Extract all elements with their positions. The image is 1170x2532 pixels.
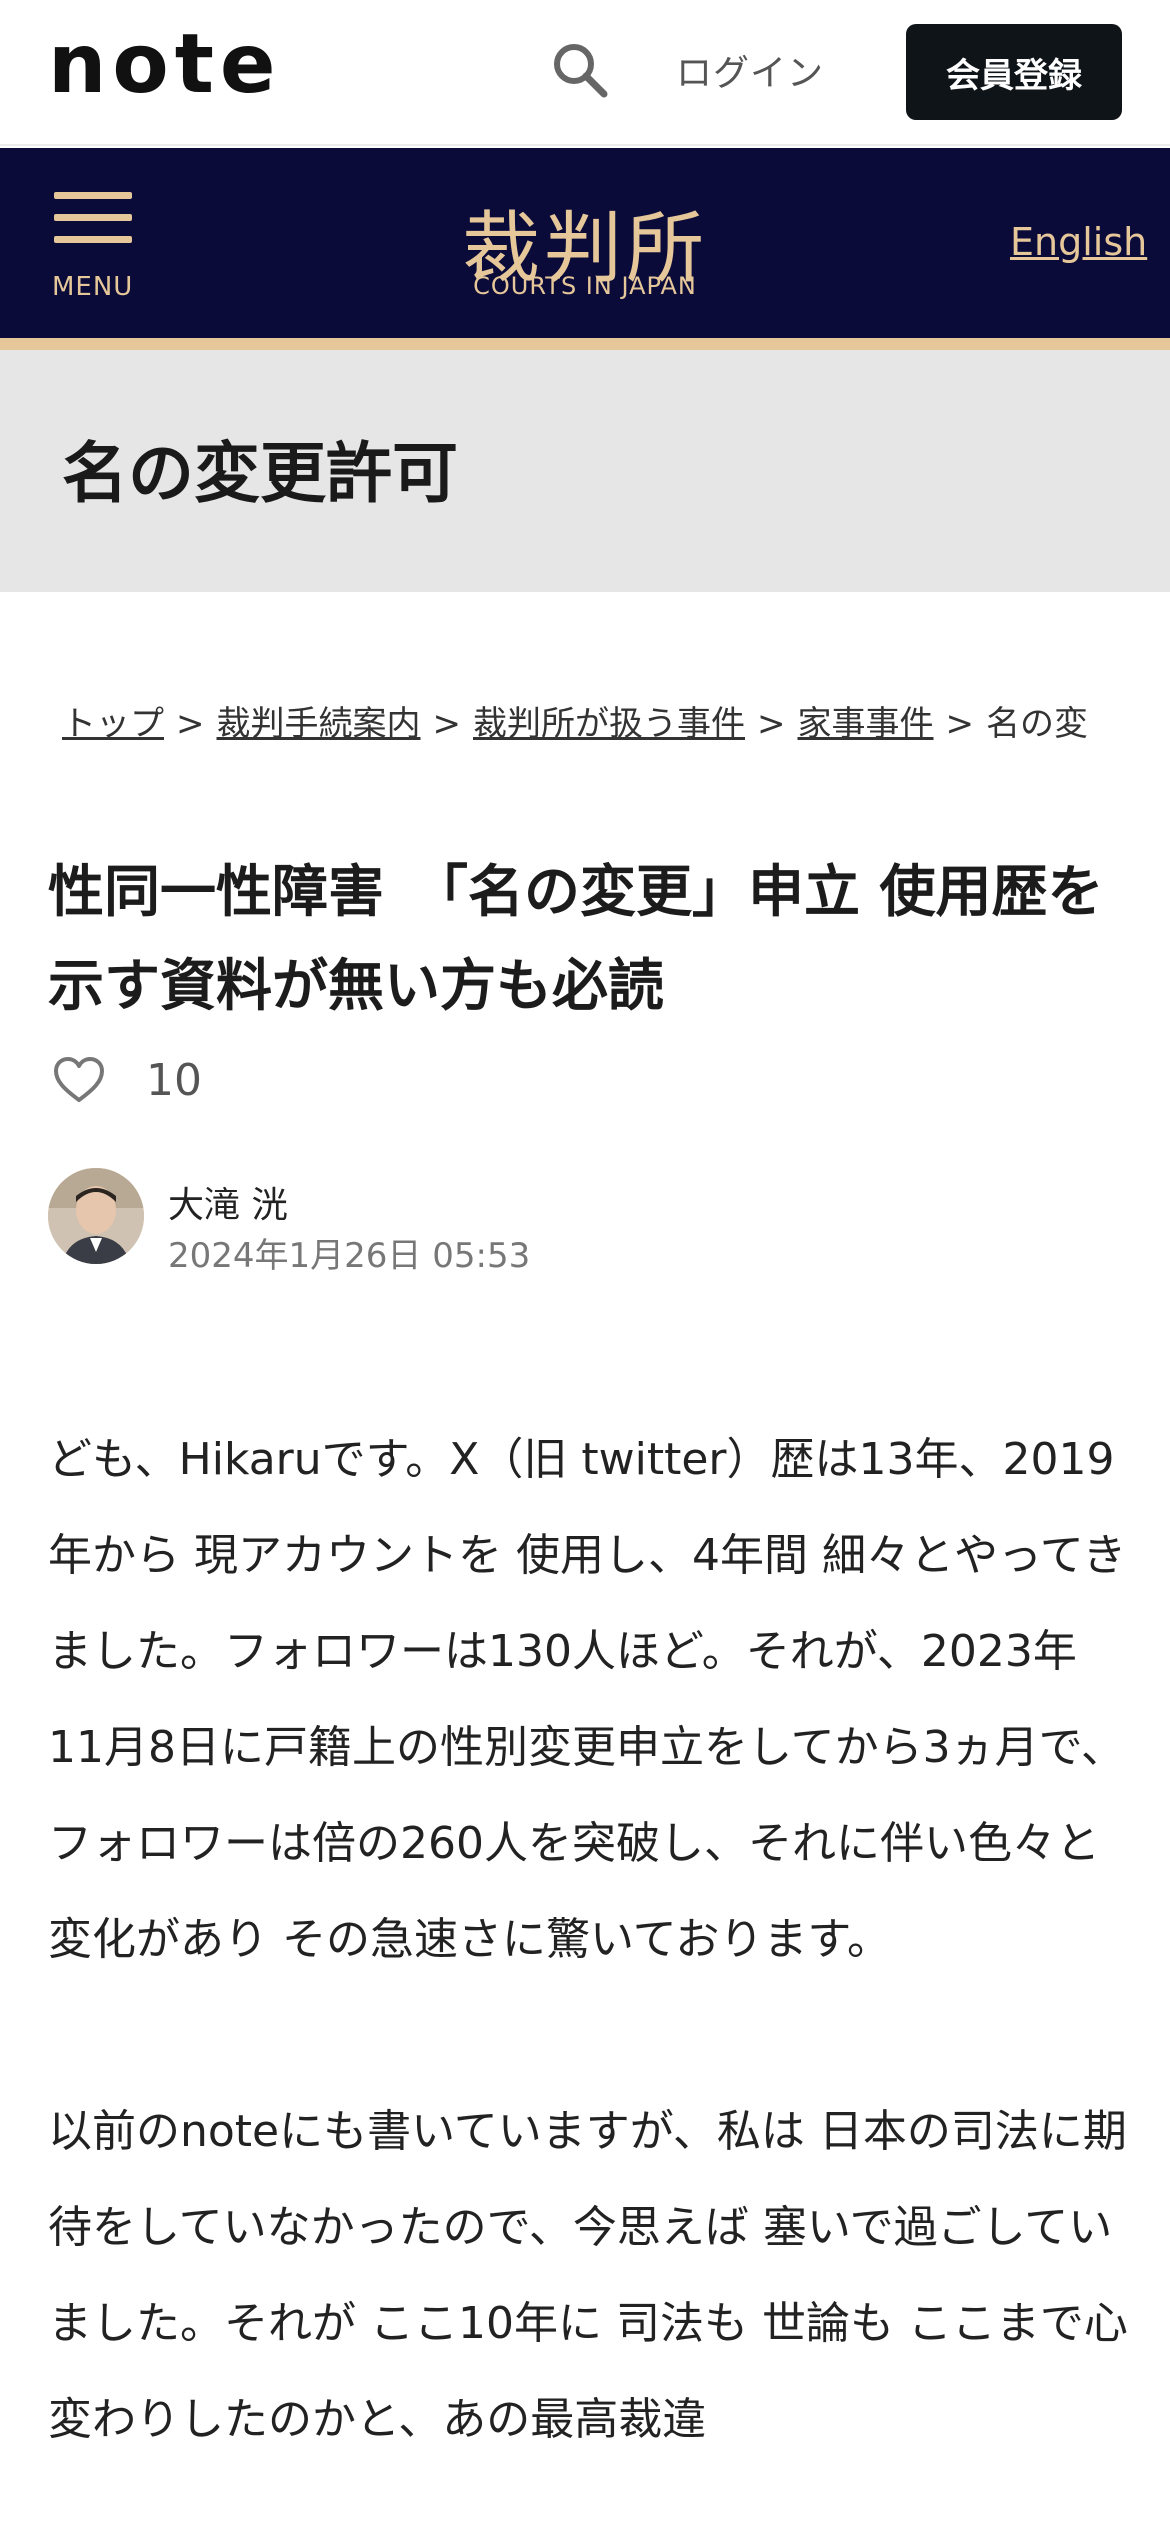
breadcrumb-link-top[interactable]: トップ: [62, 704, 164, 744]
signup-button[interactable]: 会員登録: [906, 24, 1122, 120]
like-count: 10: [146, 1054, 202, 1106]
menu-icon-bar: [54, 192, 132, 199]
menu-label: MENU: [52, 272, 134, 302]
courts-banner: MENU 裁判所 COURTS IN JAPAN English: [0, 148, 1170, 338]
search-icon: [554, 44, 608, 98]
publish-date: 2024年1月26日 05:53: [168, 1236, 531, 1276]
svg-text:note: note: [48, 34, 282, 106]
menu-button[interactable]: MENU: [52, 192, 136, 302]
article-paragraph: 以前のnoteにも書いていますが、私は 日本の司法に期待をしていなかったので、今…: [48, 2106, 1128, 2445]
article-body: ども、Hikaruです。X（旧 twitter）歴は13年、2019年から 現ア…: [48, 1412, 1128, 2532]
breadcrumb-separator: >: [176, 704, 205, 744]
avatar[interactable]: [48, 1168, 144, 1264]
breadcrumb-link-procedures[interactable]: 裁判手続案内: [217, 704, 421, 744]
breadcrumb-current: 名の変: [986, 704, 1088, 744]
login-link[interactable]: ログイン: [676, 44, 824, 96]
page-title-band: 名の変更許可: [0, 350, 1170, 592]
heart-icon[interactable]: [52, 1053, 106, 1107]
article-paragraph: ども、Hikaruです。X（旧 twitter）歴は13年、2019年から 現ア…: [48, 1434, 1127, 1965]
search-button[interactable]: [548, 38, 612, 102]
article-title: 性同一性障害 「名の変更」申立 使用歴を示す資料が無い方も必読: [48, 860, 1104, 1019]
breadcrumb: トップ > 裁判手続案内 > 裁判所が扱う事件 > 家事事件 > 名の変: [62, 696, 1088, 745]
page-title: 名の変更許可: [62, 435, 458, 512]
breadcrumb-separator: >: [432, 704, 462, 744]
avatar-photo: [48, 1168, 144, 1264]
breadcrumb-link-family-cases[interactable]: 家事事件: [798, 704, 934, 744]
menu-icon-bar: [54, 214, 132, 221]
breadcrumb-separator: >: [757, 704, 786, 744]
english-link[interactable]: English: [1010, 220, 1147, 264]
breadcrumb-separator: >: [945, 704, 975, 744]
banner-divider: [0, 338, 1170, 350]
top-bar: note ログイン 会員登録: [0, 0, 1170, 146]
note-logo[interactable]: note: [48, 34, 348, 106]
menu-icon-bar: [54, 236, 132, 243]
like-area: 10: [52, 1050, 202, 1110]
courts-logo-subtitle: COURTS IN JAPAN: [473, 272, 697, 300]
author-name[interactable]: 大滝 洸: [168, 1176, 287, 1228]
breadcrumb-link-cases[interactable]: 裁判所が扱う事件: [473, 704, 745, 744]
